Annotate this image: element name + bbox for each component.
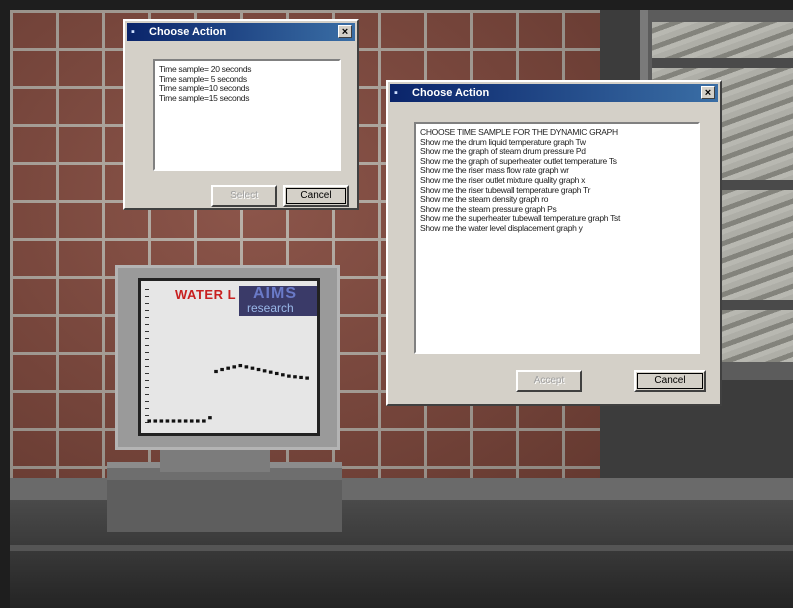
choose-action-dialog-small[interactable]: ▪ Choose Action × Time sample= 20 second… [123,19,359,210]
data-point [244,365,249,369]
scene-border [0,0,793,10]
select-button[interactable]: Select [211,185,277,207]
data-point [208,416,212,420]
data-point [153,419,158,423]
data-point [226,366,230,370]
titlebar[interactable]: ▪ Choose Action × [390,84,718,102]
close-icon[interactable]: × [338,25,352,38]
list-item[interactable]: Show me the water level displacement gra… [416,223,698,234]
graph-options-list[interactable]: CHOOSE TIME SAMPLE FOR THE DYNAMIC GRAPH… [414,122,700,354]
dialog-title: Choose Action [149,26,227,38]
data-point [159,419,164,423]
window-icon: ▪ [394,87,398,99]
data-point [262,369,267,373]
data-point [171,419,176,423]
window-bar [652,58,793,68]
data-point [189,419,194,423]
data-point [305,376,309,380]
dialog-title: Choose Action [412,87,490,99]
data-point [287,374,291,378]
titlebar[interactable]: ▪ Choose Action × [127,23,355,41]
list-item[interactable]: Time sample=15 seconds [155,93,339,104]
data-point [274,371,279,376]
data-point [165,419,170,423]
data-point [183,419,188,423]
close-icon[interactable]: × [701,86,715,99]
data-point [232,365,237,369]
logo-subtext: research [247,301,294,315]
data-point [299,375,303,380]
data-point [293,375,297,379]
graph-title: WATER L [175,287,237,302]
data-point [177,419,182,423]
choose-action-dialog-large[interactable]: ▪ Choose Action × CHOOSE TIME SAMPLE FOR… [386,80,722,406]
window-icon: ▪ [131,26,135,38]
data-point [268,370,273,374]
time-sample-list[interactable]: Time sample= 20 seconds Time sample= 5 s… [153,59,341,171]
aims-logo: AIMS research [239,285,317,316]
scene-border [0,0,10,608]
data-point [220,367,224,372]
cancel-button[interactable]: Cancel [634,370,706,392]
data-point [256,367,261,372]
desk-trim [0,545,793,551]
data-point [214,369,218,374]
data-point [281,373,285,377]
data-point [250,366,255,370]
data-point [202,419,206,423]
cancel-button[interactable]: Cancel [283,185,349,207]
monitor-neck [160,450,270,472]
data-point [147,419,151,423]
accept-button[interactable]: Accept [516,370,582,392]
data-point [238,363,243,368]
data-point [195,419,200,423]
computer-base-front [107,480,342,532]
monitor-screen[interactable]: WATER L AIMS research [138,278,320,436]
